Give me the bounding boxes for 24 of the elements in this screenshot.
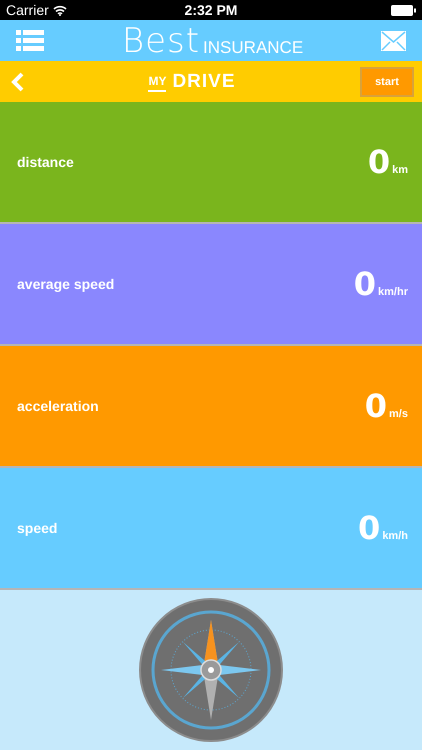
mail-icon[interactable] — [380, 30, 406, 50]
metric-value: 0 — [354, 269, 376, 299]
title-prefix: MY — [148, 74, 166, 92]
carrier-label: Carrier — [6, 2, 49, 18]
metric-value: 0 — [358, 513, 380, 543]
metric-unit: m/s — [389, 407, 408, 421]
metric-value: 0 — [368, 147, 390, 177]
metric-unit: km/hr — [378, 285, 408, 299]
metric-label: average speed — [17, 276, 114, 292]
metric-label: speed — [17, 520, 58, 536]
battery-icon — [391, 4, 416, 16]
status-time: 2:32 PM — [184, 2, 238, 18]
metric-label: acceleration — [17, 398, 99, 414]
metric-label: distance — [17, 154, 74, 170]
metric-value: 0 — [364, 391, 388, 421]
metric-unit: km/h — [382, 529, 408, 543]
wifi-icon — [52, 4, 67, 16]
logo-text: Best — [122, 26, 200, 56]
menu-icon[interactable] — [16, 30, 44, 52]
metric-unit: km — [392, 163, 408, 177]
back-icon[interactable] — [10, 72, 24, 92]
start-button[interactable]: start — [360, 66, 414, 96]
page-title: DRIVE — [172, 72, 236, 92]
logo-subtitle: INSURANCE — [203, 38, 304, 56]
